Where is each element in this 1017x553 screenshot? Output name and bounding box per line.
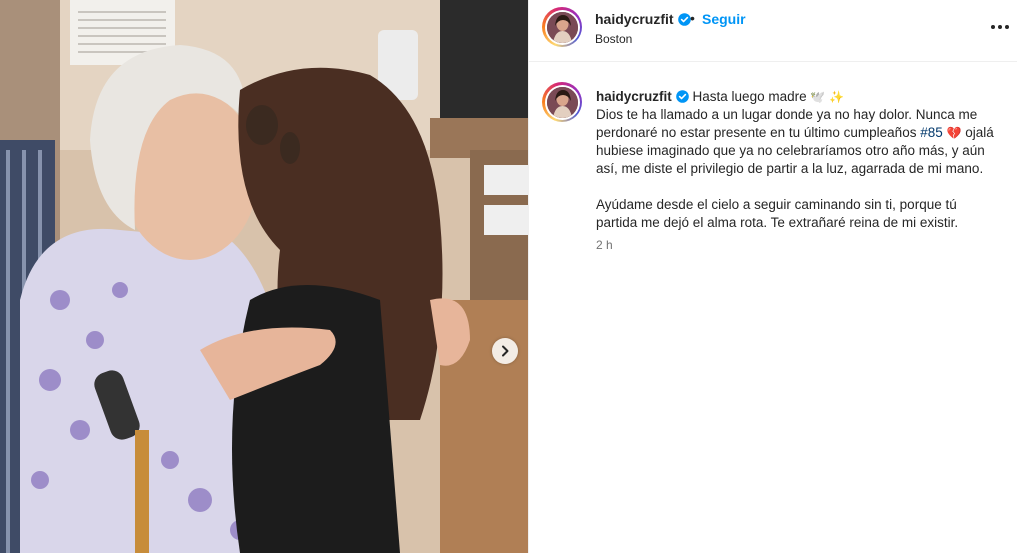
broken-heart-emoji: 💔 xyxy=(946,126,962,140)
post-photo[interactable] xyxy=(0,0,528,553)
username-link[interactable]: haidycruzfit xyxy=(595,11,691,27)
avatar-image xyxy=(546,11,578,43)
more-options-icon[interactable] xyxy=(989,17,1011,37)
profile-avatar[interactable] xyxy=(542,7,582,47)
verified-badge-icon xyxy=(675,90,689,103)
chevron-right-icon xyxy=(502,345,509,357)
caption-title: Hasta luego madre xyxy=(692,89,807,104)
post-caption: haidycruzfit Hasta luego madre 🕊️ ✨ Dios… xyxy=(596,88,1001,232)
post-timestamp[interactable]: 2 h xyxy=(596,238,613,252)
separator-dot: • xyxy=(690,10,695,26)
post-details-panel: haidycruzfit • Seguir Boston haidycruzfi… xyxy=(528,0,1017,553)
next-image-button[interactable] xyxy=(492,338,518,364)
caption-paragraph-2: Ayúdame desde el cielo a seguir caminand… xyxy=(596,197,959,230)
post-header: haidycruzfit • Seguir Boston xyxy=(529,0,1017,62)
location-link[interactable]: Boston xyxy=(595,32,632,46)
avatar-image xyxy=(546,86,578,118)
post-image xyxy=(0,0,528,553)
dove-sparkles-emoji: 🕊️ ✨ xyxy=(810,90,845,104)
caption-avatar[interactable] xyxy=(542,82,582,122)
hashtag-link[interactable]: #85 xyxy=(920,125,943,140)
caption-username[interactable]: haidycruzfit xyxy=(596,89,672,104)
verified-badge-icon xyxy=(677,13,691,26)
follow-button[interactable]: Seguir xyxy=(702,11,746,27)
